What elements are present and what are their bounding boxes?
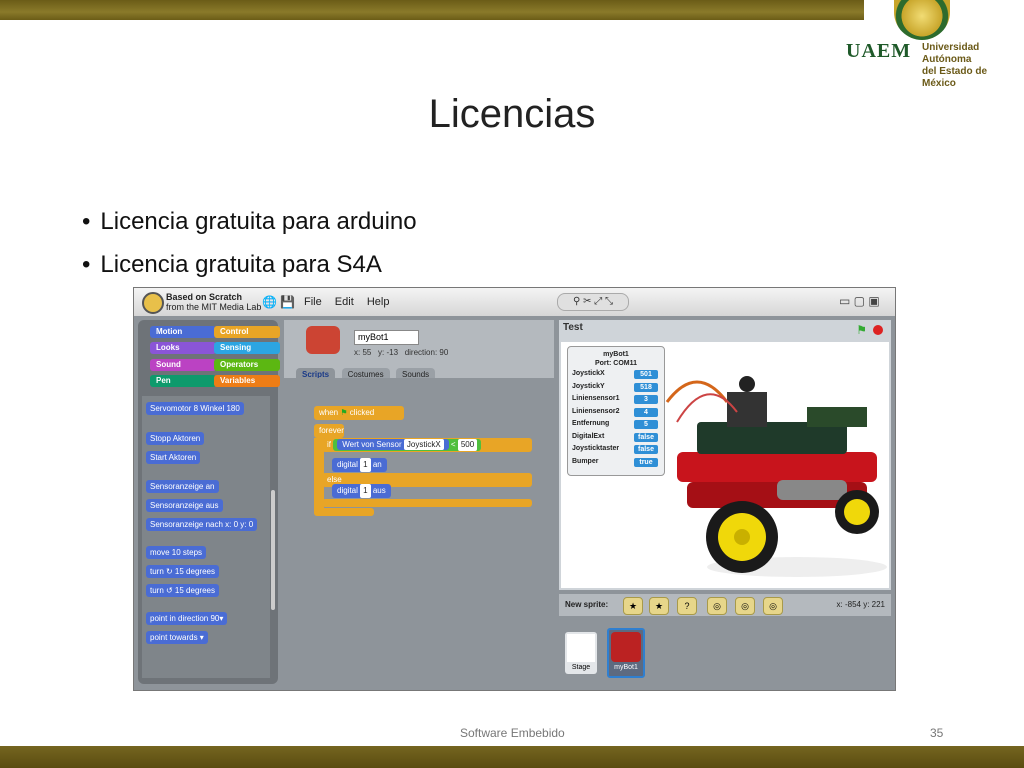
palette-block[interactable]: Servomotor 8 Winkel 180 (146, 402, 244, 415)
university-logo: UAEM Universidad Autónoma del Estado de … (846, 0, 1022, 89)
sensor-board-title: myBot1 Port: COM11 (594, 351, 637, 367)
if-end (322, 499, 532, 507)
palette-block[interactable]: Sensoranzeige an (146, 480, 219, 493)
palette-block[interactable]: move 10 steps (146, 546, 207, 559)
sensor-row: Liniensensor2 4 (568, 406, 664, 419)
when-flag-block[interactable]: when ⚑ clicked (314, 406, 404, 420)
sprite-info-panel: myBot1 x: 55 y: -13 direction: 90 Script… (284, 320, 554, 381)
palette-block[interactable]: Sensoranzeige aus (146, 499, 223, 512)
new-sprite-label: New sprite: (565, 600, 609, 609)
sensor-row: JoystickX 501 (568, 368, 664, 381)
bullet-list: Licencia gratuita para arduino Licencia … (82, 208, 416, 294)
palette-block[interactable]: Stopp Aktoren (146, 432, 205, 445)
sensor-row: Bumper true (568, 456, 664, 469)
mouse-coords: x: -854 y: 221 (836, 600, 885, 609)
bottom-accent-bar (0, 746, 1024, 768)
green-flag-icon[interactable]: ⚑ (856, 323, 867, 337)
stage-canvas[interactable]: myBot1 Port: COM11 JoystickX 501 Joystick… (561, 342, 889, 588)
stop-icon[interactable] (873, 325, 883, 335)
page-number: 35 (930, 726, 944, 740)
forever-block[interactable]: forever (314, 424, 344, 438)
if-block[interactable]: if Wert von Sensor JoystickX < 500 (322, 438, 532, 452)
palette-block[interactable]: Start Aktoren (146, 451, 201, 464)
scratch-logo-icon (142, 292, 164, 314)
slide-title: Licencias (428, 92, 596, 136)
sprite-tool-icon[interactable]: ◎ (735, 597, 755, 615)
logo-acronym: UAEM (846, 40, 912, 62)
slide-footer: Software Embebido (460, 726, 565, 740)
scratch-toolbar: Based on Scratch from the MIT Media Lab … (134, 288, 895, 316)
stage-thumbnail[interactable]: Stage (565, 632, 597, 674)
palette-block[interactable]: Sensoranzeige nach x: 0 y: 0 (146, 518, 258, 531)
scratch-menu: File Edit Help (304, 296, 399, 308)
stage-panel: Test ⚑ myBot1 Port: COM11 JoystickX 501 J… (559, 320, 891, 590)
sprite-thumbnail[interactable]: myBot1 (607, 628, 645, 678)
stage-title: Test (563, 322, 583, 333)
category-motion[interactable]: Motion (150, 326, 216, 338)
palette-block[interactable]: point in direction 90▾ (146, 612, 228, 625)
random-sprite-icon[interactable]: ? (677, 597, 697, 615)
menu-file[interactable]: File (304, 296, 322, 308)
scratch-brand: Based on Scratch from the MIT Media Lab (166, 292, 262, 312)
scratch-screenshot: Based on Scratch from the MIT Media Lab … (133, 287, 896, 691)
sprite-position: x: 55 y: -13 direction: 90 (354, 348, 449, 357)
sprite-tool-icon[interactable]: ◎ (707, 597, 727, 615)
sensor-row: Liniensensor1 3 (568, 393, 664, 406)
robot-sprite-icon (306, 326, 340, 354)
category-sound[interactable]: Sound (150, 359, 216, 371)
bullet-item: Licencia gratuita para arduino (82, 208, 416, 251)
forever-end (314, 508, 374, 516)
menu-help[interactable]: Help (367, 296, 390, 308)
green-flag-icon: ⚑ (340, 408, 348, 417)
sensor-row: Entfernung 5 (568, 418, 664, 431)
view-mode-icon[interactable]: ▭ ▢ ▣ (839, 294, 880, 308)
digital-on-block[interactable]: digital 1 an (332, 458, 387, 472)
globe-icon[interactable]: 🌐 💾 (262, 295, 295, 309)
category-looks[interactable]: Looks (150, 342, 216, 354)
robot-photo (665, 376, 887, 577)
category-control[interactable]: Control (214, 326, 280, 338)
sensor-row: Joysticktaster false (568, 443, 664, 456)
palette-block[interactable]: point towards ▾ (146, 631, 208, 644)
sensor-row: DigitalExt false (568, 431, 664, 444)
sensor-board: myBot1 Port: COM11 JoystickX 501 Joystick… (567, 346, 665, 476)
logo-university-name: Universidad Autónoma del Estado de Méxic… (922, 42, 988, 89)
digital-off-block[interactable]: digital 1 aus (332, 484, 391, 498)
sprite-tool-icon[interactable]: ◎ (763, 597, 783, 615)
block-palette: Motion Control Looks Sensing Sound Opera… (138, 320, 280, 684)
edit-tools-icon[interactable]: ⚲ ✂ ⤢ ⤡ (557, 293, 629, 311)
palette-block[interactable]: turn ↺ 15 degrees (146, 584, 219, 597)
palette-scrollbar[interactable] (271, 490, 275, 610)
category-operators[interactable]: Operators (214, 359, 280, 371)
palette-block-list: Servomotor 8 Winkel 180 Stopp Aktoren St… (142, 396, 270, 678)
new-sprite-bar: New sprite: ★ ★ ? ◎ ◎ ◎ x: -854 y: 221 (559, 594, 891, 616)
menu-edit[interactable]: Edit (335, 296, 354, 308)
sprite-name-field[interactable]: myBot1 (354, 330, 419, 345)
paint-sprite-icon[interactable]: ★ (623, 597, 643, 615)
scripts-area: when ⚑ clicked forever if Wert von Senso… (284, 378, 554, 684)
sensor-row: JoystickY 518 (568, 381, 664, 394)
category-sensing[interactable]: Sensing (214, 342, 280, 354)
category-variables[interactable]: Variables (214, 375, 280, 387)
sprite-list: Stage myBot1 (559, 620, 891, 684)
palette-block[interactable]: turn ↻ 15 degrees (146, 565, 219, 578)
seal-icon (894, 0, 950, 40)
category-pen[interactable]: Pen (150, 375, 216, 387)
folder-sprite-icon[interactable]: ★ (649, 597, 669, 615)
